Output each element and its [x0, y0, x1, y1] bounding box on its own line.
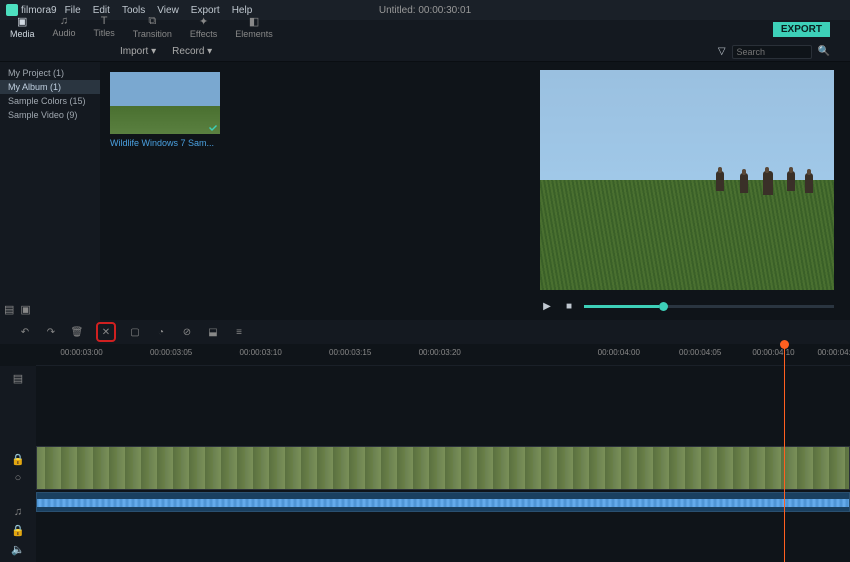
lock-icon[interactable]: 🔒 [4, 453, 32, 466]
play-button[interactable]: ▶ [540, 299, 554, 313]
elements-icon: ◧ [249, 15, 259, 28]
volume-icon[interactable]: 🔈 [4, 543, 32, 556]
color-icon[interactable]: ⬓ [206, 325, 220, 339]
project-panel: My Project (1) My Album (1) Sample Color… [0, 62, 100, 320]
music-track-icon[interactable]: ♫ [4, 506, 32, 518]
media-thumbnail[interactable]: Wildlife Windows 7 Sam... [110, 72, 220, 148]
marker-icon[interactable]: ◔ [154, 325, 168, 339]
crop-icon[interactable]: ▢ [128, 325, 142, 339]
thumbnail-area: Wildlife Windows 7 Sam... [100, 62, 524, 320]
effects-icon: ✦ [199, 15, 208, 28]
playhead[interactable] [784, 344, 785, 562]
import-dropdown[interactable]: Import ▾ [120, 46, 156, 57]
panel-item-video[interactable]: Sample Video (9) [0, 108, 100, 122]
tab-titles[interactable]: TTitles [88, 12, 125, 42]
undo-icon[interactable]: ↶ [18, 325, 32, 339]
export-button[interactable]: EXPORT [773, 22, 830, 37]
timeline: 00:00:03:00 00:00:03:05 00:00:03:10 00:0… [0, 344, 850, 562]
eye-icon[interactable]: ○ [4, 472, 32, 484]
folder-icon: ▣ [17, 15, 27, 28]
preview-controls: ▶ ■ [540, 296, 834, 316]
text-icon: T [101, 15, 108, 27]
tab-audio[interactable]: ♫Audio [47, 12, 86, 42]
audio-track-clip[interactable] [36, 492, 850, 512]
timeline-toolbar: ↶ ↷ 🗑 ✕ ▢ ◔ ⊘ ⬓ ≡ [0, 320, 850, 344]
search-icon[interactable]: 🔍 [818, 46, 830, 57]
timeline-ruler[interactable]: 00:00:03:00 00:00:03:05 00:00:03:10 00:0… [36, 344, 850, 366]
music-icon: ♫ [60, 15, 68, 27]
timeline-tracks [36, 366, 850, 512]
tools-icon[interactable]: ≡ [232, 325, 246, 339]
panel-item-colors[interactable]: Sample Colors (15) [0, 94, 100, 108]
tab-elements[interactable]: ◧Elements [229, 12, 283, 42]
folder-icon[interactable]: ▣ [20, 303, 30, 316]
preview-pane: ▶ ■ [524, 62, 850, 320]
progress-knob[interactable] [659, 302, 668, 311]
record-dropdown[interactable]: Record ▾ [172, 46, 212, 57]
progress-bar[interactable] [584, 305, 834, 308]
track-header: ▤ 🔒 ○ ♫ 🔒 🔈 [0, 366, 36, 562]
video-track-clip[interactable] [36, 446, 850, 490]
project-title: Untitled: 00:00:30:01 [379, 5, 471, 16]
transition-icon: ⧉ [148, 15, 156, 28]
thumbnail-image [110, 72, 220, 134]
newfolder-icon[interactable]: ▤ [4, 303, 14, 316]
tabs-row: ▣Media ♫Audio TTitles ⧉Transition ✦Effec… [0, 20, 850, 42]
main-area: My Project (1) My Album (1) Sample Color… [0, 62, 850, 320]
redo-icon[interactable]: ↷ [44, 325, 58, 339]
split-icon[interactable]: ✕ [96, 322, 116, 342]
media-toolbar: Import ▾ Record ▾ ▽ 🔍 [0, 42, 850, 62]
search-input[interactable] [732, 45, 812, 59]
preview-video[interactable] [540, 70, 834, 290]
thumbnail-label: Wildlife Windows 7 Sam... [110, 138, 220, 148]
filter-icon[interactable]: ▽ [718, 46, 726, 57]
delete-icon[interactable]: 🗑 [70, 325, 84, 339]
lock2-icon[interactable]: 🔒 [4, 524, 32, 537]
tab-transition[interactable]: ⧉Transition [127, 12, 182, 42]
speed-icon[interactable]: ⊘ [180, 325, 194, 339]
tab-effects[interactable]: ✦Effects [184, 12, 227, 42]
panel-item-album[interactable]: My Album (1) [0, 80, 100, 94]
track-view-icon[interactable]: ▤ [4, 372, 32, 385]
tab-media[interactable]: ▣Media [4, 12, 45, 42]
panel-item-project[interactable]: My Project (1) [0, 66, 100, 80]
stop-button[interactable]: ■ [562, 299, 576, 313]
